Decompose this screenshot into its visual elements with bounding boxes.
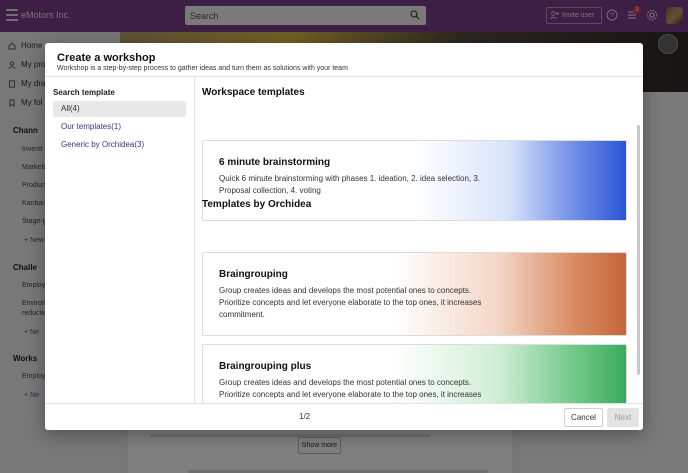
filter-our-templates[interactable]: Our templates(1) [53, 119, 186, 135]
dialog-subtitle: Workshop is a step-by-step process to ga… [57, 65, 348, 72]
template-description: Group creates ideas and develops the mos… [219, 286, 482, 319]
search-template-label: Search template [53, 88, 115, 97]
filter-all[interactable]: All(4) [53, 101, 186, 117]
template-description: Quick 6 minute brainstorming with phases… [219, 174, 481, 195]
dialog-footer: 1/2 Cancel Next [45, 403, 643, 430]
template-name: 6 minute brainstorming [219, 157, 331, 168]
cancel-button[interactable]: Cancel [564, 408, 603, 427]
workspace-templates-heading: Workspace templates [202, 87, 305, 98]
page-indicator: 1/2 [299, 412, 311, 421]
template-card-braingrouping[interactable]: Braingrouping Group creates ideas and de… [202, 252, 627, 336]
scrollbar[interactable] [637, 125, 640, 375]
filter-generic-by-orchidea[interactable]: Generic by Orchidea(3) [53, 137, 186, 153]
template-filter-panel: Search template All(4) Our templates(1) … [45, 77, 195, 403]
template-name: Braingrouping plus [219, 361, 312, 372]
create-workshop-dialog: Create a workshop Workshop is a step-by-… [45, 43, 643, 430]
template-description: Group creates ideas and develops the mos… [219, 378, 482, 403]
orchidea-templates-heading: Templates by Orchidea [202, 199, 312, 210]
template-name: Braingrouping [219, 269, 288, 280]
dialog-title: Create a workshop [57, 52, 156, 64]
template-card-braingrouping-plus[interactable]: Braingrouping plus Group creates ideas a… [202, 344, 627, 403]
next-button[interactable]: Next [607, 408, 639, 427]
template-list: Workspace templates 6 minute brainstormi… [196, 77, 643, 403]
